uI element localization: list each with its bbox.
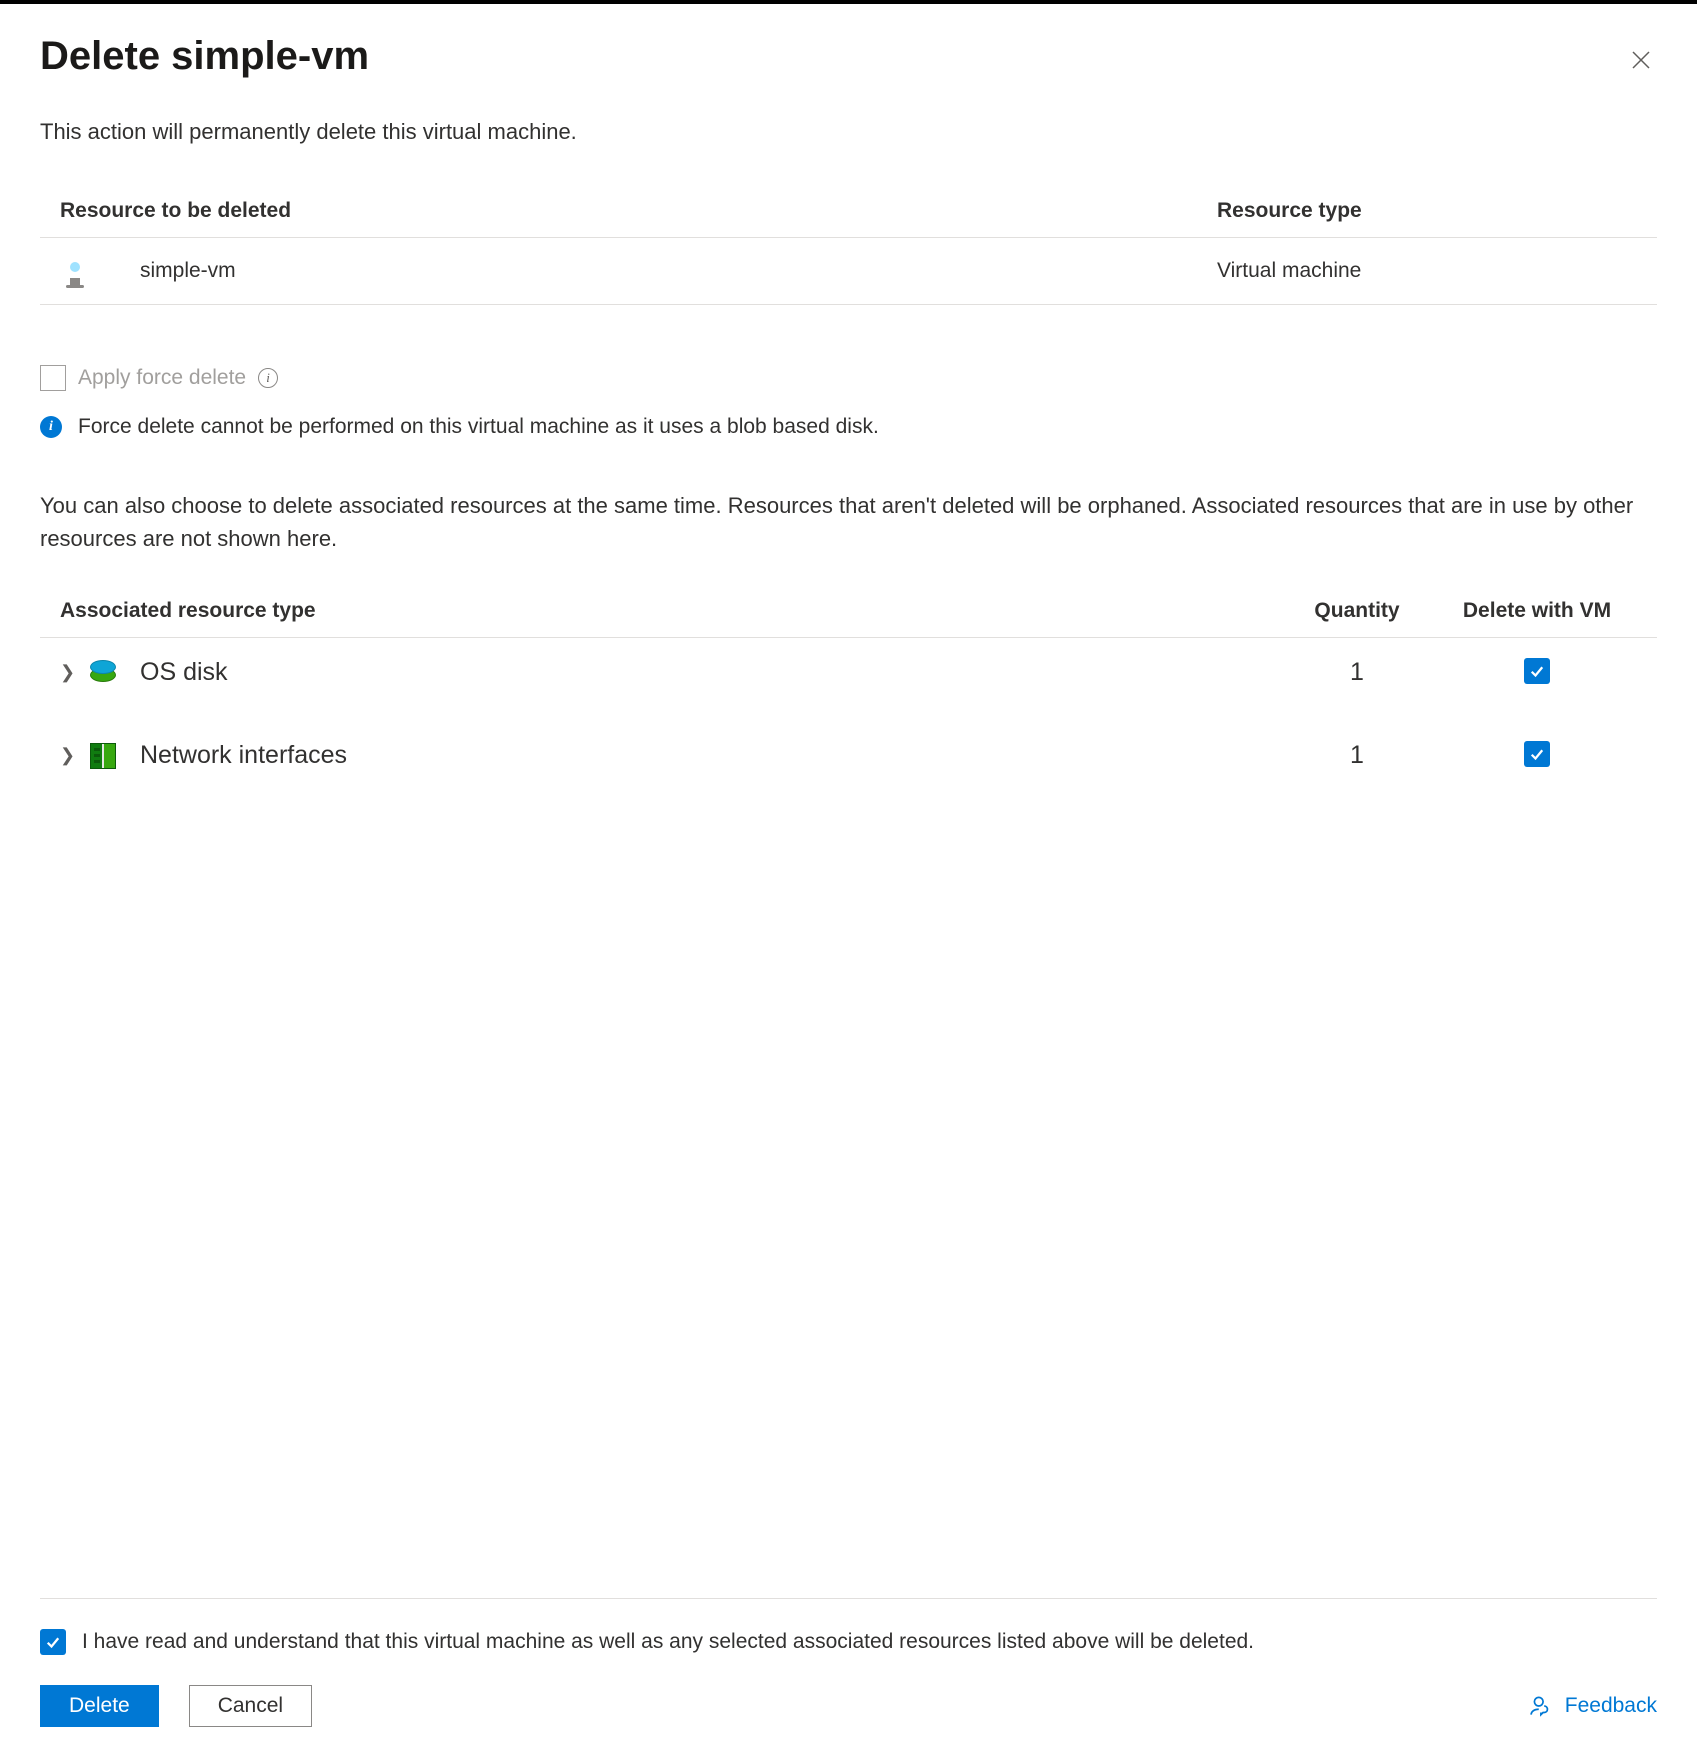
chevron-right-icon[interactable]: ❯ [60, 662, 90, 683]
resource-row: simple-vm Virtual machine [40, 238, 1657, 305]
assoc-col-delete: Delete with VM [1437, 599, 1637, 623]
chevron-right-icon[interactable]: ❯ [60, 745, 90, 766]
info-icon[interactable]: i [258, 368, 278, 388]
delete-vm-panel: Delete simple-vm This action will perman… [0, 0, 1697, 1747]
info-badge-icon: i [40, 416, 62, 438]
ack-checkbox[interactable] [40, 1629, 66, 1655]
force-delete-info: i Force delete cannot be performed on th… [40, 415, 1657, 439]
close-icon[interactable] [1625, 44, 1657, 81]
assoc-row-nic: ❯ Network interfaces 1 [40, 721, 1657, 804]
resource-type: Virtual machine [1217, 259, 1637, 283]
disk-icon [90, 660, 116, 686]
assoc-col-type: Associated resource type [60, 599, 1277, 623]
cancel-button[interactable]: Cancel [189, 1685, 312, 1727]
nic-icon [90, 743, 116, 769]
force-delete-row: Apply force delete i [40, 365, 1657, 391]
resource-delete-table: Resource to be deleted Resource type sim… [40, 185, 1657, 305]
assoc-osdisk-qty: 1 [1277, 658, 1437, 687]
assoc-nic-label: Network interfaces [140, 741, 347, 770]
vm-icon [60, 258, 90, 284]
lead-text: This action will permanently delete this… [40, 119, 1657, 145]
page-title: Delete simple-vm [40, 34, 369, 79]
delete-button[interactable]: Delete [40, 1685, 159, 1727]
assoc-row-osdisk: ❯ OS disk 1 [40, 638, 1657, 721]
associated-resources-table: Associated resource type Quantity Delete… [40, 585, 1657, 804]
col-type-header: Resource type [1217, 199, 1637, 223]
feedback-link[interactable]: Feedback [1529, 1693, 1657, 1719]
force-delete-checkbox [40, 365, 66, 391]
assoc-nic-qty: 1 [1277, 741, 1437, 770]
osdisk-delete-checkbox[interactable] [1524, 658, 1550, 684]
feedback-icon [1529, 1693, 1555, 1719]
force-delete-label: Apply force delete [78, 366, 246, 390]
ack-text: I have read and understand that this vir… [82, 1630, 1254, 1654]
nic-delete-checkbox[interactable] [1524, 741, 1550, 767]
assoc-lead-text: You can also choose to delete associated… [40, 489, 1657, 555]
feedback-label: Feedback [1565, 1694, 1657, 1718]
force-delete-info-text: Force delete cannot be performed on this… [78, 415, 879, 439]
col-resource-header: Resource to be deleted [60, 199, 1217, 223]
assoc-col-qty: Quantity [1277, 599, 1437, 623]
assoc-osdisk-label: OS disk [140, 658, 228, 687]
resource-name: simple-vm [140, 259, 236, 283]
footer: I have read and understand that this vir… [40, 1598, 1657, 1727]
